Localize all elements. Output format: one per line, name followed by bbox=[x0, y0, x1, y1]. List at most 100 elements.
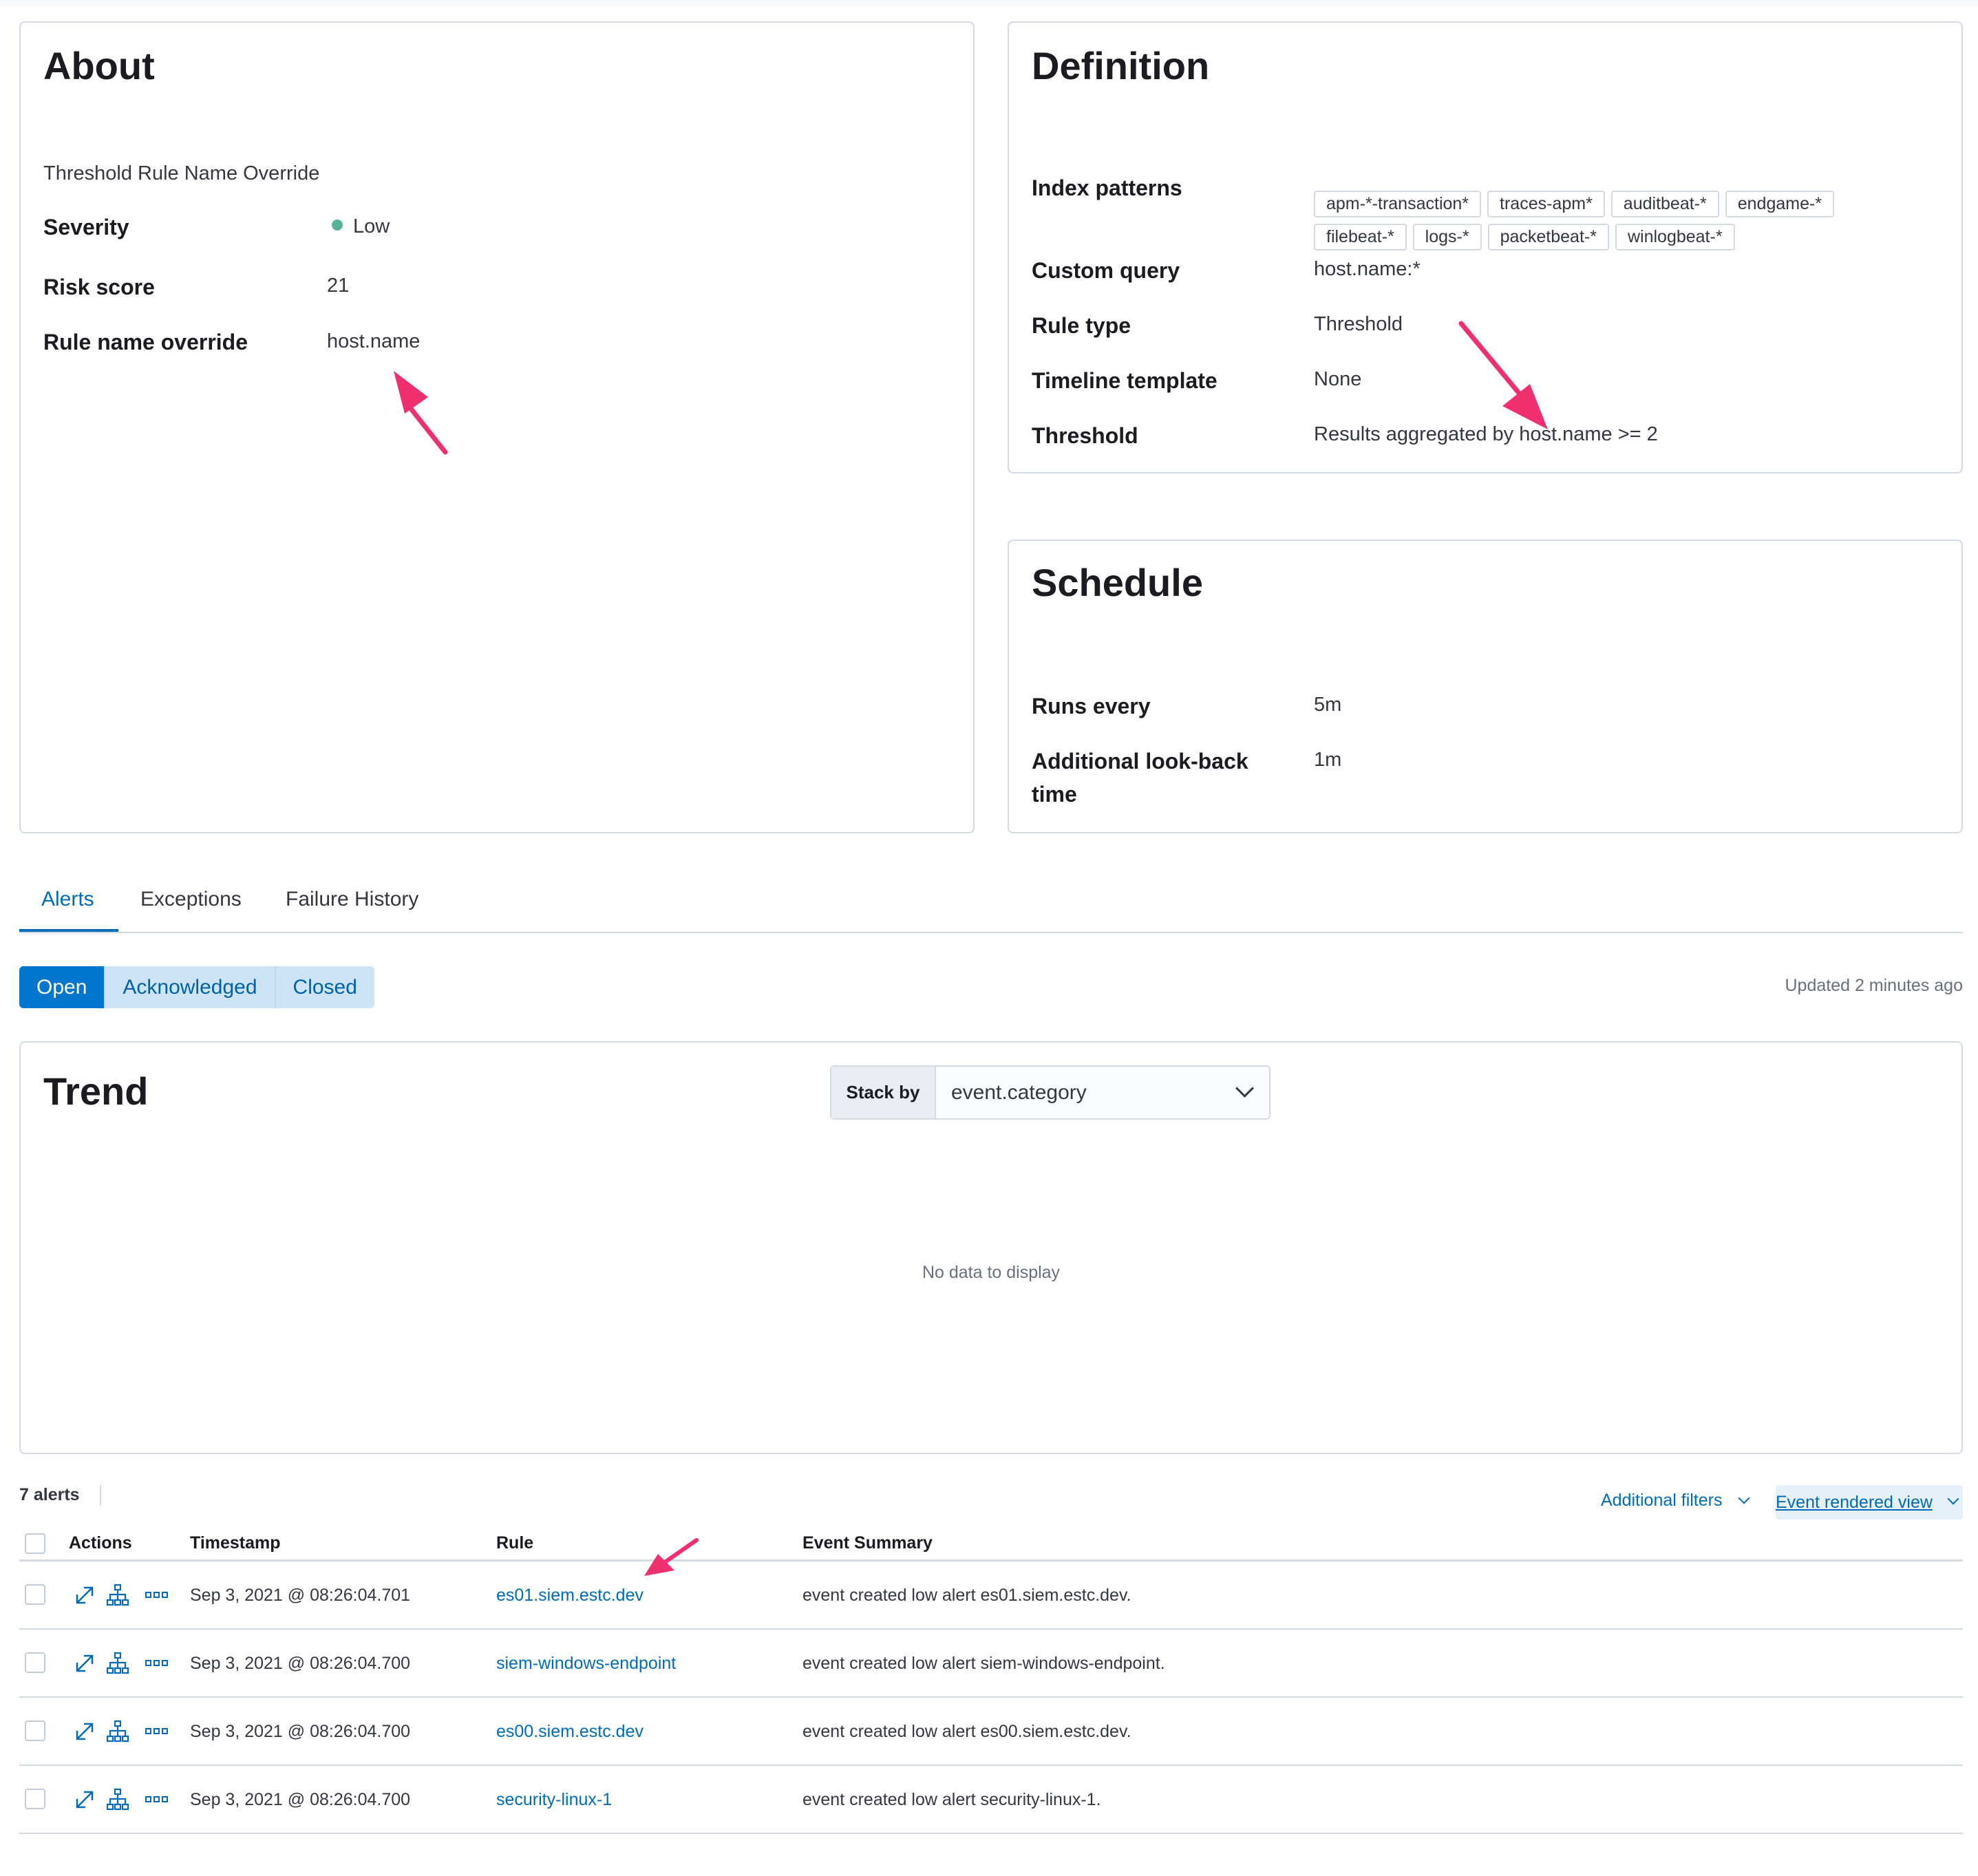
index-pattern-badge: logs-* bbox=[1412, 224, 1482, 251]
look-back-label: Additional look-back time bbox=[1032, 749, 1248, 807]
filter-acknowledged-button[interactable]: Acknowledged bbox=[104, 966, 275, 1008]
top-bar bbox=[0, 0, 1978, 6]
stack-by-selected-text: event.category bbox=[951, 1081, 1087, 1104]
timeline-template-value: None bbox=[1314, 368, 1362, 390]
analyze-graph-icon[interactable] bbox=[106, 1720, 129, 1743]
threshold-label: Threshold bbox=[1032, 423, 1138, 448]
empty-chart-message: No data to display bbox=[922, 1263, 1061, 1282]
column-header-timestamp[interactable]: Timestamp bbox=[190, 1533, 281, 1553]
trend-title: Trend bbox=[43, 1069, 149, 1113]
more-actions-icon[interactable] bbox=[145, 1727, 169, 1736]
row-checkbox[interactable] bbox=[25, 1789, 45, 1809]
rule-link[interactable]: es01.siem.estc.dev bbox=[496, 1586, 644, 1606]
column-header-event-summary[interactable]: Event Summary bbox=[802, 1533, 933, 1553]
chevron-down-icon bbox=[1947, 1493, 1959, 1505]
stack-by-label: Stack by bbox=[831, 1067, 936, 1118]
tab-alerts[interactable]: Alerts bbox=[41, 888, 94, 911]
additional-filters-label: Additional filters bbox=[1601, 1491, 1723, 1510]
filter-closed-button[interactable]: Closed bbox=[274, 966, 374, 1008]
runs-every-label: Runs every bbox=[1032, 694, 1151, 718]
custom-query-label: Custom query bbox=[1032, 258, 1180, 283]
view-selector-label: Event rendered view bbox=[1776, 1493, 1933, 1512]
table-row: Sep 3, 2021 @ 08:26:04.700 siem-windows-… bbox=[19, 1630, 1963, 1698]
expand-icon[interactable] bbox=[74, 1585, 95, 1606]
definition-panel: Definition Index patterns apm-*-transact… bbox=[1008, 21, 1963, 473]
index-pattern-badge: endgame-* bbox=[1725, 191, 1835, 217]
expand-icon[interactable] bbox=[74, 1653, 95, 1674]
more-actions-icon[interactable] bbox=[145, 1795, 169, 1804]
risk-score-value: 21 bbox=[327, 275, 350, 297]
table-row: Sep 3, 2021 @ 08:26:04.700 es00.siem.est… bbox=[19, 1698, 1963, 1766]
tab-failure-history[interactable]: Failure History bbox=[286, 888, 418, 911]
event-summary-cell: event created low alert es01.siem.estc.d… bbox=[802, 1586, 1131, 1605]
severity-value: Low bbox=[332, 215, 390, 238]
table-row: Sep 3, 2021 @ 08:26:04.700 security-linu… bbox=[19, 1766, 1963, 1834]
trend-panel: Trend Stack by event.category No data to… bbox=[19, 1041, 1963, 1454]
event-summary-cell: event created low alert es00.siem.estc.d… bbox=[802, 1722, 1131, 1741]
definition-title: Definition bbox=[1032, 44, 1210, 87]
select-all-checkbox[interactable] bbox=[25, 1533, 45, 1554]
index-pattern-badge: winlogbeat-* bbox=[1615, 224, 1735, 251]
rule-name-override-value: host.name bbox=[327, 330, 421, 352]
additional-filters-button[interactable]: Additional filters bbox=[1601, 1491, 1750, 1511]
expand-icon[interactable] bbox=[74, 1789, 95, 1810]
severity-text: Low bbox=[353, 215, 390, 237]
view-selector[interactable]: Event rendered view bbox=[1776, 1485, 1963, 1520]
event-summary-cell: event created low alert siem-windows-end… bbox=[802, 1654, 1165, 1673]
rule-link[interactable]: es00.siem.estc.dev bbox=[496, 1722, 644, 1742]
event-summary-cell: event created low alert security-linux-1… bbox=[802, 1790, 1101, 1809]
stack-by-select[interactable]: Stack by event.category bbox=[830, 1065, 1270, 1120]
row-checkbox[interactable] bbox=[25, 1584, 45, 1605]
custom-query-value: host.name:* bbox=[1314, 258, 1421, 280]
severity-dot-icon bbox=[332, 220, 343, 231]
analyze-graph-icon[interactable] bbox=[106, 1652, 129, 1675]
timestamp-cell: Sep 3, 2021 @ 08:26:04.700 bbox=[190, 1790, 411, 1809]
chevron-down-icon bbox=[1738, 1492, 1750, 1504]
about-title: About bbox=[43, 44, 155, 87]
more-actions-icon[interactable] bbox=[145, 1590, 169, 1600]
table-row: Sep 3, 2021 @ 08:26:04.701 es01.siem.est… bbox=[19, 1561, 1963, 1630]
alerts-count: 7 alerts bbox=[19, 1485, 80, 1504]
about-panel: About Threshold Rule Name Override Sever… bbox=[19, 21, 975, 833]
index-pattern-badge: apm-*-transaction* bbox=[1314, 191, 1482, 217]
index-patterns-label: Index patterns bbox=[1032, 175, 1182, 200]
risk-score-label: Risk score bbox=[43, 275, 155, 299]
stack-by-value[interactable]: event.category bbox=[936, 1067, 1269, 1118]
rule-type-label: Rule type bbox=[1032, 313, 1131, 338]
index-pattern-badge: auditbeat-* bbox=[1610, 191, 1719, 217]
alert-status-filter: Open Acknowledged Closed bbox=[19, 966, 374, 1008]
severity-label: Severity bbox=[43, 215, 129, 239]
row-checkbox[interactable] bbox=[25, 1652, 45, 1673]
divider bbox=[100, 1485, 101, 1506]
expand-icon[interactable] bbox=[74, 1721, 95, 1742]
column-header-actions: Actions bbox=[69, 1533, 132, 1553]
row-checkbox[interactable] bbox=[25, 1720, 45, 1741]
runs-every-value: 5m bbox=[1314, 694, 1342, 716]
analyze-graph-icon[interactable] bbox=[106, 1788, 129, 1811]
tab-exceptions[interactable]: Exceptions bbox=[140, 888, 242, 911]
filter-open-button[interactable]: Open bbox=[19, 966, 105, 1008]
schedule-panel: Schedule Runs every 5m Additional look-b… bbox=[1008, 540, 1963, 833]
index-pattern-badge: filebeat-* bbox=[1314, 224, 1407, 251]
chevron-down-icon bbox=[1235, 1079, 1254, 1098]
timeline-template-label: Timeline template bbox=[1032, 368, 1217, 393]
look-back-value: 1m bbox=[1314, 749, 1342, 771]
rule-link[interactable]: security-linux-1 bbox=[496, 1790, 612, 1810]
analyze-graph-icon[interactable] bbox=[106, 1584, 129, 1607]
timestamp-cell: Sep 3, 2021 @ 08:26:04.700 bbox=[190, 1722, 411, 1741]
rule-name-override-label: Rule name override bbox=[43, 330, 248, 354]
rule-tabs: Alerts Exceptions Failure History bbox=[19, 874, 1963, 933]
timestamp-cell: Sep 3, 2021 @ 08:26:04.701 bbox=[190, 1586, 411, 1605]
active-tab-indicator bbox=[19, 929, 118, 932]
index-pattern-badge: packetbeat-* bbox=[1487, 224, 1609, 251]
rule-type-value: Threshold bbox=[1314, 313, 1403, 335]
annotation-arrow-icon bbox=[394, 371, 448, 455]
timestamp-cell: Sep 3, 2021 @ 08:26:04.700 bbox=[190, 1654, 411, 1673]
more-actions-icon[interactable] bbox=[145, 1659, 169, 1668]
updated-timestamp: Updated 2 minutes ago bbox=[1785, 976, 1963, 995]
annotation-arrow-icon bbox=[1458, 321, 1548, 429]
index-pattern-badge: traces-apm* bbox=[1487, 191, 1605, 217]
column-header-rule[interactable]: Rule bbox=[496, 1533, 533, 1553]
rule-link[interactable]: siem-windows-endpoint bbox=[496, 1654, 676, 1674]
schedule-title: Schedule bbox=[1032, 561, 1203, 604]
